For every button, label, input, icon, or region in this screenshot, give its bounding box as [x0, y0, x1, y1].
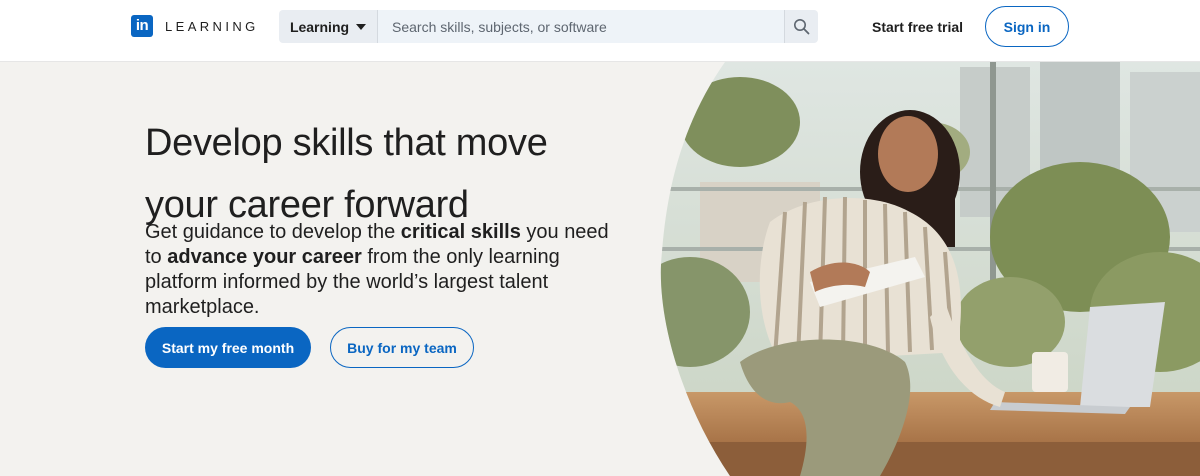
sign-in-button[interactable]: Sign in — [985, 6, 1069, 47]
top-header: in LEARNING Learning Start free trial Si… — [0, 0, 1200, 62]
search-scope-dropdown[interactable]: Learning — [279, 10, 378, 43]
search-input[interactable] — [378, 10, 784, 43]
caret-down-icon — [356, 23, 367, 30]
product-name: LEARNING — [165, 18, 259, 34]
hero-headline: Develop skills that move your career for… — [145, 122, 548, 226]
hero-photo — [660, 62, 1200, 476]
subtext-part-1: Get guidance to develop the — [145, 221, 401, 243]
buy-for-team-button[interactable]: Buy for my team — [330, 327, 474, 368]
search-scope-label: Learning — [289, 18, 350, 35]
search-icon — [794, 19, 810, 35]
hero-subtext: Get guidance to develop the critical ski… — [145, 220, 625, 320]
search-button[interactable] — [784, 10, 818, 43]
linkedin-logo-icon: in — [131, 15, 153, 37]
hero-section: Develop skills that move your career for… — [0, 62, 1200, 476]
subtext-bold-2: advance your career — [167, 246, 362, 268]
search-bar: Learning — [279, 10, 818, 43]
start-free-month-button[interactable]: Start my free month — [145, 327, 311, 368]
linkedin-learning-logo[interactable]: in LEARNING — [131, 15, 259, 37]
start-free-trial-link[interactable]: Start free trial — [872, 19, 963, 35]
subtext-bold-1: critical skills — [400, 221, 521, 243]
